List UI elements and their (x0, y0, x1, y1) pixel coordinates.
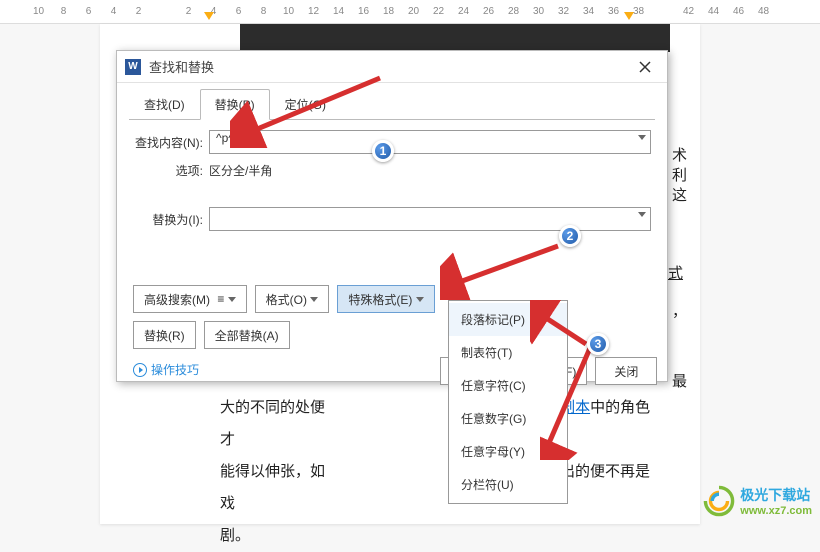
annotation-bubble-3: 3 (587, 333, 609, 355)
ruler-mark: 32 (557, 6, 570, 17)
find-replace-dialog: W 查找和替换 查找(D) 替换(P) 定位(G) 查找内容(N): ^p^p … (116, 50, 668, 382)
ruler-mark: 48 (757, 6, 770, 17)
app-icon: W (125, 59, 141, 75)
annotation-bubble-1: 1 (372, 140, 394, 162)
ruler-mark: 6 (232, 6, 245, 17)
ruler-mark: 18 (382, 6, 395, 17)
find-content-label: 查找内容(N): (133, 134, 209, 151)
ruler-mark: 12 (307, 6, 320, 17)
ruler-mark: 34 (582, 6, 595, 17)
ruler-mark: 22 (432, 6, 445, 17)
doc-fragment: 这 (672, 184, 687, 205)
options-value: 区分全/半角 (209, 162, 272, 179)
format-button[interactable]: 格式(O) (255, 285, 330, 313)
menu-item-column-break[interactable]: 分栏符(U) (449, 468, 567, 501)
play-icon (133, 363, 147, 377)
tab-find[interactable]: 查找(D) (129, 89, 200, 120)
ruler-mark: 28 (507, 6, 520, 17)
right-indent-marker[interactable] (624, 12, 634, 22)
ruler-mark: 26 (482, 6, 495, 17)
replace-button[interactable]: 替换(R) (133, 321, 196, 349)
ruler-mark: 2 (182, 6, 195, 17)
logo-text-url: www.xz7.com (740, 505, 812, 517)
menu-item-paragraph-mark[interactable]: 段落标记(P) (449, 303, 567, 336)
ruler-mark: 4 (107, 6, 120, 17)
ruler-mark (157, 6, 170, 17)
replace-with-input[interactable] (209, 207, 651, 231)
ruler-mark: 8 (57, 6, 70, 17)
document-dark-strip (240, 24, 670, 52)
doc-fragment: 最 (672, 370, 687, 391)
replace-with-label: 替换为(I): (133, 211, 209, 228)
ruler-mark: 46 (732, 6, 745, 17)
document-body: 大的不同的处便过演员的扮演，剧本中的角色才 能得以伸张，如汾演，那么所演出的便不… (220, 392, 660, 552)
chevron-down-icon[interactable] (638, 135, 646, 140)
ruler-mark (657, 6, 670, 17)
ruler-mark: 36 (607, 6, 620, 17)
menu-item-any-char[interactable]: 任意字符(C) (449, 369, 567, 402)
ruler-mark: 16 (357, 6, 370, 17)
doc-fragment: ， (672, 300, 687, 321)
advanced-search-button[interactable]: 高级搜索(M) ≡ (133, 285, 247, 313)
chevron-down-icon (310, 297, 318, 302)
horizontal-ruler: 1086422468101214161820222426283032343638… (0, 0, 820, 24)
logo-text-cn: 极光下载站 (740, 487, 810, 503)
titlebar: W 查找和替换 (117, 51, 667, 83)
doc-fragment: 术 (672, 144, 687, 165)
ruler-mark: 6 (82, 6, 95, 17)
find-content-value: ^p^p (216, 131, 241, 145)
doc-fragment: 式 (668, 262, 683, 283)
ruler-mark: 2 (132, 6, 145, 17)
close-button[interactable] (631, 55, 659, 79)
doc-text: 能得以伸张，如 (220, 463, 325, 480)
ruler-mark: 8 (257, 6, 270, 17)
menu-item-tab[interactable]: 制表符(T) (449, 336, 567, 369)
tab-goto[interactable]: 定位(G) (270, 89, 341, 120)
logo-swirl-icon (702, 484, 736, 518)
watermark-logo: 极光下载站 www.xz7.com (702, 484, 812, 518)
menu-item-any-digit[interactable]: 任意数字(G) (449, 402, 567, 435)
special-format-menu: 段落标记(P) 制表符(T) 任意字符(C) 任意数字(G) 任意字母(Y) 分… (448, 300, 568, 504)
tab-replace[interactable]: 替换(P) (200, 89, 270, 120)
doc-text: 大的不同的处便 (220, 399, 325, 416)
ruler-mark: 10 (282, 6, 295, 17)
ruler-mark: 42 (682, 6, 695, 17)
dialog-tabs: 查找(D) 替换(P) 定位(G) (129, 89, 667, 120)
ruler-mark: 30 (532, 6, 545, 17)
chevron-down-icon (228, 297, 236, 302)
replace-all-button[interactable]: 全部替换(A) (204, 321, 290, 349)
menu-item-any-letter[interactable]: 任意字母(Y) (449, 435, 567, 468)
dialog-title: 查找和替换 (149, 57, 631, 76)
annotation-bubble-2: 2 (559, 225, 581, 247)
special-format-button[interactable]: 特殊格式(E) (337, 285, 434, 313)
options-label: 选项: (133, 162, 209, 179)
ruler-mark: 44 (707, 6, 720, 17)
ruler-mark: 10 (32, 6, 45, 17)
left-indent-marker[interactable] (204, 12, 214, 22)
find-content-input[interactable]: ^p^p (209, 130, 651, 154)
ruler-mark: 14 (332, 6, 345, 17)
ruler-mark: 24 (457, 6, 470, 17)
chevron-down-icon[interactable] (638, 212, 646, 217)
chevron-down-icon (416, 297, 424, 302)
ruler-mark: 20 (407, 6, 420, 17)
doc-fragment: 利 (672, 164, 687, 185)
close-action-button[interactable]: 关闭 (595, 357, 657, 385)
doc-text: 剧。 (220, 527, 250, 544)
